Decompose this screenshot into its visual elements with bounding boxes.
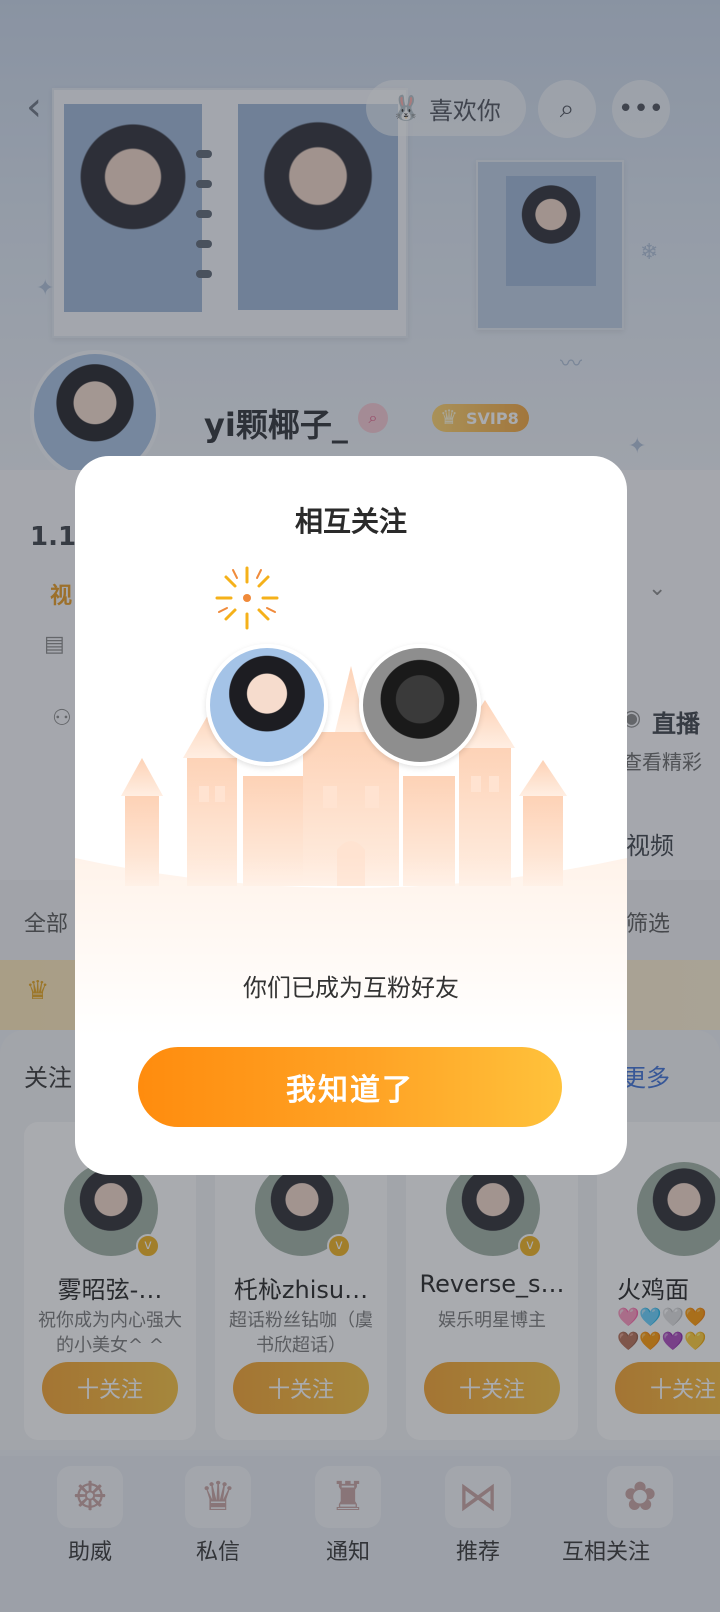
dialog-message: 你们已成为互粉好友 — [243, 974, 459, 1002]
my-avatar — [206, 644, 328, 766]
confirm-button[interactable]: 我知道了 — [138, 1047, 562, 1127]
friend-avatar — [359, 644, 481, 766]
firework-icon — [215, 566, 279, 630]
mutual-follow-dialog: 相互关注 你们已成为互粉好友 我知道了 — [75, 456, 627, 1175]
dialog-title: 相互关注 — [294, 505, 407, 538]
